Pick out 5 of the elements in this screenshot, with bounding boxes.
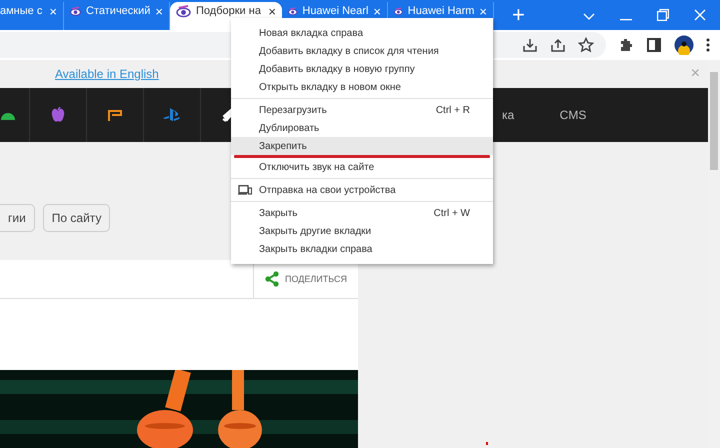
tab-title: Huawei Nearl bbox=[302, 5, 368, 18]
tab-title: Huawei Harm bbox=[408, 5, 474, 18]
tab-title: Подборки на bbox=[196, 5, 262, 18]
tab-title: Статический bbox=[86, 5, 150, 18]
tab-title: амные с bbox=[0, 5, 44, 18]
